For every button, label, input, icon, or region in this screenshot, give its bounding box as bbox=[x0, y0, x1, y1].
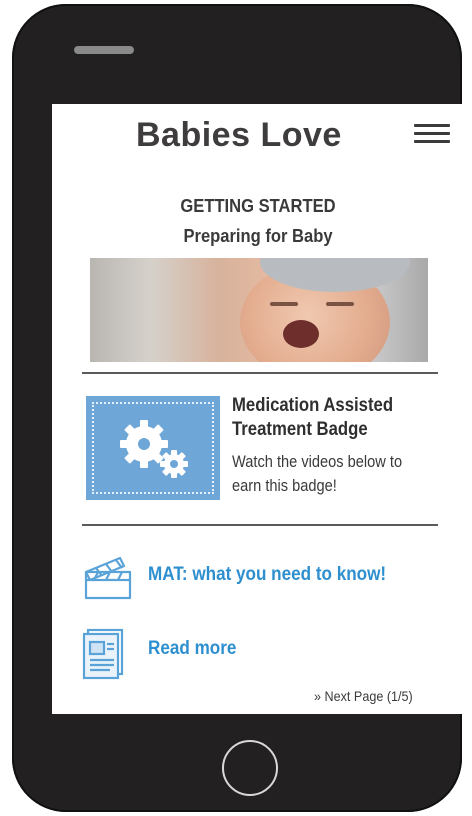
document-icon bbox=[82, 628, 124, 680]
video-link-row[interactable]: MAT: what you need to know! bbox=[80, 550, 460, 600]
phone-frame: Babies Love GETTING STARTED Preparing fo… bbox=[12, 4, 464, 812]
divider bbox=[82, 372, 438, 374]
divider bbox=[82, 524, 438, 526]
phone-speaker bbox=[74, 46, 134, 54]
badge-description: Watch the videos below to earn this badg… bbox=[232, 452, 403, 495]
next-page-link[interactable]: » Next Page (1/5) bbox=[314, 688, 413, 704]
hamburger-menu-icon bbox=[414, 124, 450, 127]
gears-icon bbox=[120, 420, 188, 478]
section-heading: GETTING STARTED bbox=[180, 196, 336, 216]
baby-photo bbox=[90, 258, 428, 362]
app-title: Babies Love bbox=[136, 116, 342, 154]
video-link[interactable]: MAT: what you need to know! bbox=[148, 564, 386, 586]
app-screen: Babies Love GETTING STARTED Preparing fo… bbox=[52, 104, 464, 714]
topic-heading: Preparing for Baby bbox=[183, 226, 333, 246]
menu-button[interactable] bbox=[412, 120, 452, 148]
home-button[interactable] bbox=[222, 740, 278, 796]
read-more-link[interactable]: Read more bbox=[148, 638, 236, 660]
clapperboard-icon bbox=[84, 556, 132, 600]
badge-title: Medication Assisted Treatment Badge bbox=[232, 395, 394, 440]
read-more-row[interactable]: Read more bbox=[80, 624, 460, 680]
badge-tile[interactable] bbox=[86, 396, 220, 500]
